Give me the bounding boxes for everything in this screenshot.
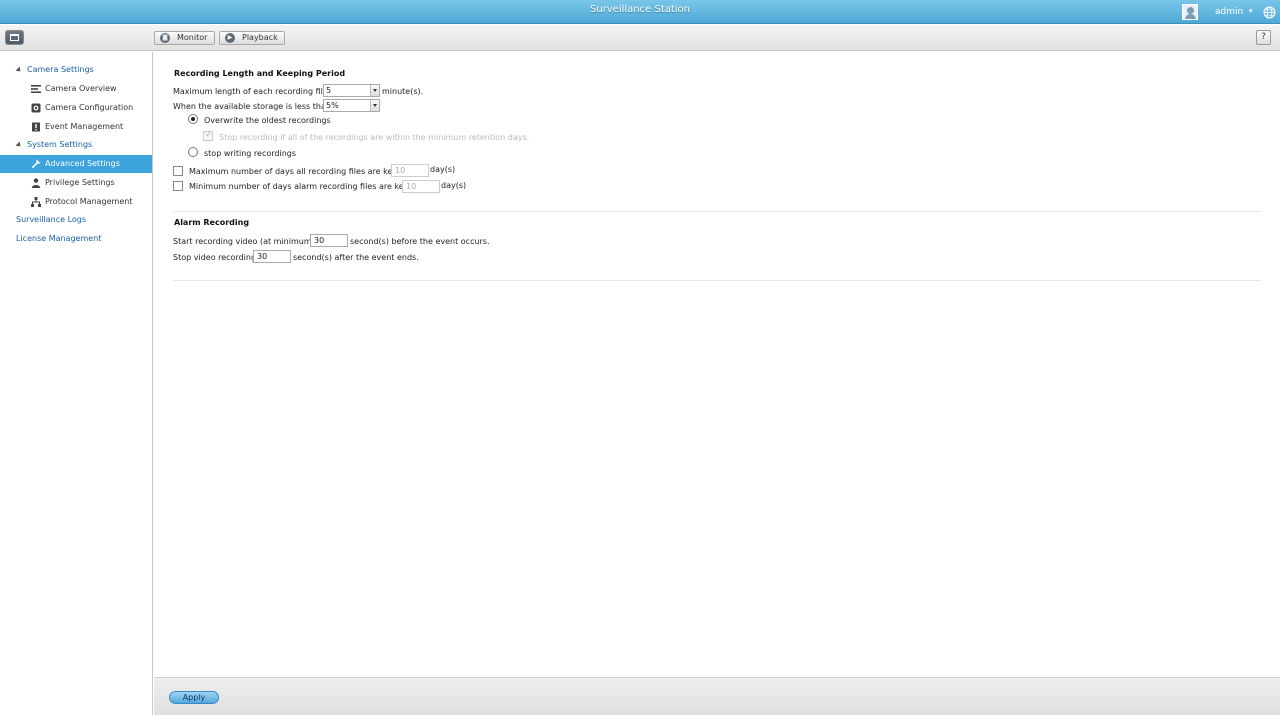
stop-if-min-retention-label: Stop recording if all of the recordings … (219, 133, 530, 142)
toolbar: ◙ Monitor ▶ Playback ? (0, 25, 1280, 51)
chevron-down-icon[interactable] (370, 100, 379, 111)
globe-icon[interactable] (1263, 6, 1276, 19)
stop-writing-radio[interactable] (188, 147, 198, 157)
list-icon (31, 85, 41, 93)
help-button[interactable]: ? (1256, 30, 1271, 45)
sidebar-group-camera-settings[interactable]: Camera Settings (0, 61, 152, 79)
user-icon (31, 178, 41, 188)
alarm-start-label: Start recording video (at minimum) (173, 237, 315, 246)
alert-icon (32, 122, 40, 132)
apply-button[interactable]: Apply (169, 691, 219, 704)
monitor-icon: ◙ (160, 33, 170, 43)
window-title: Surveillance Station (589, 4, 691, 15)
sidebar-item-privilege-settings[interactable]: Privilege Settings (0, 174, 152, 192)
sidebar-item-advanced-settings[interactable]: Advanced Settings (0, 155, 152, 173)
user-menu[interactable]: admin (1215, 7, 1243, 17)
max-length-select[interactable]: 5 (323, 84, 380, 97)
max-days-input[interactable]: 10 (391, 164, 429, 177)
monitor-button-label: Monitor (177, 33, 208, 42)
max-days-label: Maximum number of days all recording fil… (189, 167, 401, 176)
overwrite-label: Overwrite the oldest recordings (204, 116, 331, 125)
section-divider (173, 211, 1261, 212)
stop-writing-label: stop writing recordings (204, 149, 297, 158)
camera-icon (31, 103, 41, 113)
stop-if-min-retention-checkbox[interactable] (203, 130, 213, 141)
sidebar-item-event-management[interactable]: Event Management (0, 118, 152, 136)
alarm-start-suffix: second(s) before the event occurs. (350, 237, 490, 246)
settings-panel: Recording Length and Keeping Period Maxi… (154, 52, 1280, 677)
monitor-button[interactable]: ◙ Monitor (154, 31, 215, 45)
play-icon: ▶ (225, 33, 235, 43)
main-menu-button[interactable] (5, 30, 24, 45)
alarm-stop-suffix: second(s) after the event ends. (293, 253, 419, 262)
max-days-unit: day(s) (430, 165, 456, 174)
section-title-alarm: Alarm Recording (174, 218, 250, 227)
section-title-recording: Recording Length and Keeping Period (174, 69, 346, 78)
min-days-label: Minimum number of days alarm recording f… (189, 182, 412, 191)
chevron-down-icon[interactable] (370, 85, 379, 96)
sidebar-group-system-settings[interactable]: System Settings (0, 136, 152, 154)
expand-arrow-icon[interactable] (15, 66, 23, 74)
storage-threshold-select[interactable]: 5% (323, 99, 380, 112)
sidebar-item-protocol-management[interactable]: Protocol Management (0, 193, 152, 211)
playback-button[interactable]: ▶ Playback (219, 31, 285, 45)
network-icon (31, 197, 41, 207)
sidebar-link-surveillance-logs[interactable]: Surveillance Logs (16, 211, 86, 229)
overwrite-radio[interactable] (188, 114, 198, 124)
min-days-input[interactable]: 10 (402, 180, 440, 193)
window-icon (10, 34, 19, 41)
expand-arrow-icon[interactable] (15, 141, 23, 149)
min-days-unit: day(s) (441, 181, 467, 190)
playback-button-label: Playback (242, 33, 278, 42)
sidebar-link-license-management[interactable]: License Management (16, 230, 101, 248)
caret-down-icon[interactable]: ▾ (1249, 7, 1253, 15)
sidebar: Camera Settings Camera Overview Camera C… (0, 52, 153, 715)
max-length-unit: minute(s). (382, 87, 424, 96)
storage-label: When the available storage is less than (173, 102, 331, 111)
title-bar: Surveillance Station admin ▾ (0, 0, 1280, 24)
footer-bar: Apply (154, 677, 1280, 715)
max-length-label: Maximum length of each recording file: (173, 87, 331, 96)
min-days-checkbox[interactable] (173, 181, 183, 191)
wrench-icon (31, 159, 41, 169)
max-days-checkbox[interactable] (173, 166, 183, 176)
user-avatar-icon[interactable] (1182, 4, 1198, 20)
sidebar-item-camera-overview[interactable]: Camera Overview (0, 80, 152, 98)
alarm-start-input[interactable]: 30 (310, 234, 348, 247)
alarm-stop-input[interactable]: 30 (253, 250, 291, 263)
sidebar-item-camera-configuration[interactable]: Camera Configuration (0, 99, 152, 117)
section-divider (173, 280, 1261, 281)
alarm-stop-label: Stop video recording (173, 253, 257, 262)
